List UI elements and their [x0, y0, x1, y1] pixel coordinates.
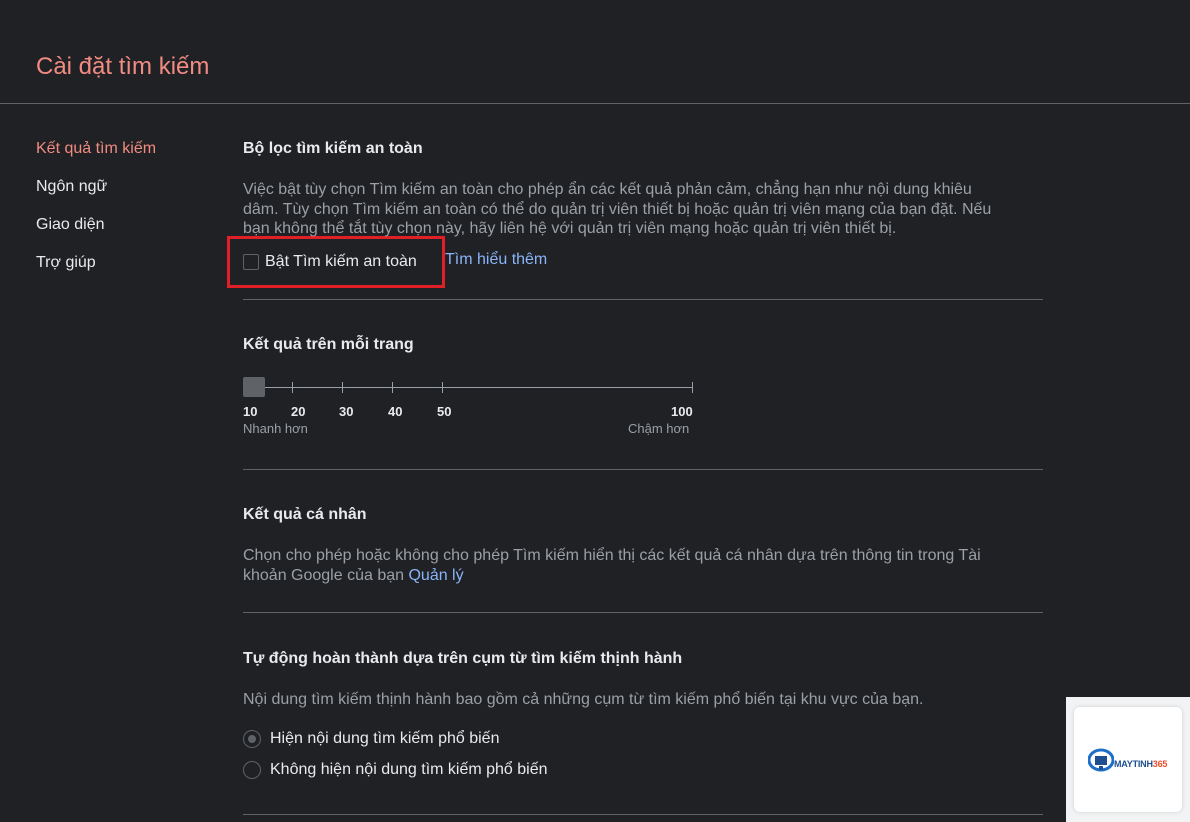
- radio-show-trending[interactable]: Hiện nội dung tìm kiếm phổ biến: [243, 730, 499, 748]
- watermark-brand: MAYTINH365: [1114, 759, 1167, 769]
- slider-tick: [342, 382, 343, 393]
- tick-label-20: 20: [291, 404, 306, 419]
- page-title: Cài đặt tìm kiếm: [36, 53, 210, 80]
- safe-search-row: Bật Tìm kiếm an toàn: [243, 249, 417, 275]
- watermark-brand-number: 365: [1152, 759, 1168, 769]
- slider-tick: [292, 382, 293, 393]
- tick-label-50: 50: [437, 404, 452, 419]
- safe-search-title: Bộ lọc tìm kiếm an toàn: [243, 140, 423, 157]
- safe-search-checkbox[interactable]: [243, 254, 259, 270]
- slider-tick: [392, 382, 393, 393]
- trending-title: Tự động hoàn thành dựa trên cụm từ tìm k…: [243, 650, 683, 667]
- watermark-card: MAYTINH365: [1074, 707, 1182, 812]
- maytinh-logo-icon: [1088, 748, 1114, 772]
- learn-more-link[interactable]: Tìm hiểu thêm: [445, 251, 547, 269]
- sidebar-item-search-results[interactable]: Kết quả tìm kiếm: [36, 138, 156, 160]
- section-divider: [243, 299, 1043, 300]
- slider-tick: [442, 382, 443, 393]
- radio-label[interactable]: Hiện nội dung tìm kiếm phổ biến: [270, 730, 499, 748]
- personal-results-description: Chọn cho phép hoặc không cho phép Tìm ki…: [243, 546, 1003, 585]
- sidebar-item-help[interactable]: Trợ giúp: [36, 252, 156, 274]
- trending-description: Nội dung tìm kiếm thịnh hành bao gồm cả …: [243, 691, 924, 708]
- safe-search-description: Việc bật tùy chọn Tìm kiếm an toàn cho p…: [243, 181, 992, 237]
- tick-label-100: 100: [671, 404, 693, 419]
- sidebar-item-appearance[interactable]: Giao diện: [36, 214, 156, 236]
- radio-button[interactable]: [243, 761, 261, 779]
- radio-button[interactable]: [243, 730, 261, 748]
- slider-thumb[interactable]: [243, 377, 265, 397]
- slower-label: Chậm hơn: [628, 421, 690, 436]
- slider-tick: [692, 382, 693, 393]
- tick-label-30: 30: [339, 404, 354, 419]
- slider-track: [243, 387, 693, 388]
- header-divider: [0, 103, 1190, 104]
- section-divider: [243, 814, 1043, 815]
- faster-label: Nhanh hơn: [243, 421, 308, 436]
- search-settings-page: Cài đặt tìm kiếm Kết quả tìm kiếm Ngôn n…: [0, 0, 1190, 822]
- section-divider: [243, 612, 1043, 613]
- section-divider: [243, 469, 1043, 470]
- watermark: MAYTINH365: [1066, 697, 1190, 822]
- radio-label[interactable]: Không hiện nội dung tìm kiếm phổ biến: [270, 761, 548, 779]
- safe-search-checkbox-label[interactable]: Bật Tìm kiếm an toàn: [265, 253, 417, 271]
- personal-results-text: Chọn cho phép hoặc không cho phép Tìm ki…: [243, 547, 981, 584]
- tick-label-10: 10: [243, 404, 258, 419]
- personal-results-title: Kết quả cá nhân: [243, 506, 367, 523]
- tick-label-40: 40: [388, 404, 403, 419]
- results-per-page-title: Kết quả trên mỗi trang: [243, 336, 414, 353]
- sidebar: Kết quả tìm kiếm Ngôn ngữ Giao diện Trợ …: [36, 138, 156, 290]
- radio-hide-trending[interactable]: Không hiện nội dung tìm kiếm phổ biến: [243, 761, 548, 779]
- sidebar-item-language[interactable]: Ngôn ngữ: [36, 176, 156, 198]
- manage-link[interactable]: Quản lý: [408, 567, 463, 584]
- results-per-page-slider[interactable]: [243, 375, 695, 405]
- watermark-brand-name: MAYTINH: [1114, 759, 1153, 769]
